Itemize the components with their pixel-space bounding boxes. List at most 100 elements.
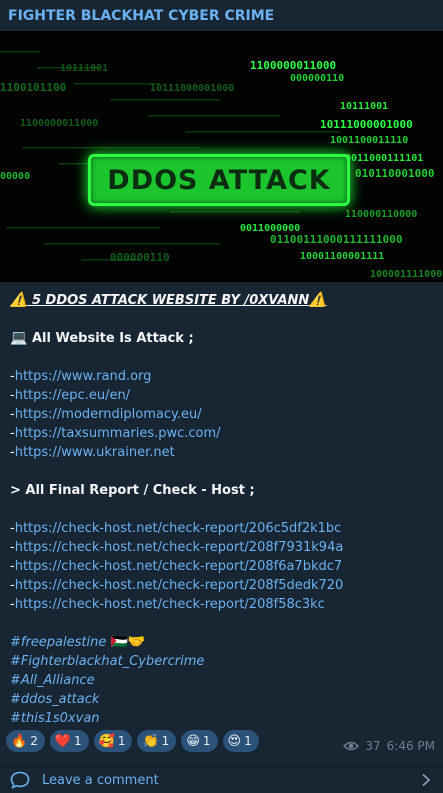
website-item: -https://www.rand.org [10, 367, 433, 386]
hashtag-link[interactable]: #freepalestine [10, 635, 106, 650]
reaction-count: 1 [161, 734, 170, 748]
report-item: -https://check-host.net/check-report/208… [10, 595, 433, 614]
reaction-pill[interactable]: ❤️ 1 [49, 730, 89, 752]
hashtag-item: #this1s0xvan [10, 709, 433, 728]
report-item: -https://check-host.net/check-report/208… [10, 576, 433, 595]
chevron-right-icon [422, 773, 431, 787]
report-link[interactable]: https://check-host.net/check-report/208f… [15, 559, 342, 574]
hashtag-item: #Fighterblackhat_Cybercrime [10, 652, 433, 671]
hashtag-link[interactable]: #All_Alliance [10, 673, 95, 688]
website-item: -https://epc.eu/en/ [10, 386, 433, 405]
channel-name[interactable]: FIGHTER BLACKHAT CYBER CRIME [8, 8, 274, 24]
binary-digits: 110000110000 [345, 209, 417, 220]
reaction-pill[interactable]: 👏 1 [137, 730, 177, 752]
hashtag-link[interactable]: #Fighterblackhat_Cybercrime [10, 654, 204, 669]
reaction-count: 1 [117, 734, 126, 748]
reaction-pill[interactable]: 🔥 2 [6, 730, 45, 752]
report-item: -https://check-host.net/check-report/208… [10, 538, 433, 557]
section-websites-heading: 💻 All Website Is Attack ; [10, 329, 433, 348]
report-link[interactable]: https://check-host.net/check-report/208f… [15, 597, 325, 612]
section-reports-label: > All Final Report / Check - Host ; [10, 483, 255, 498]
hashtag-item: #freepalestine 🇵🇸🤝 [10, 633, 433, 652]
reaction-emoji: 👏 [142, 733, 159, 749]
post-body: ⚠️ 5 DDOS ATTACK WEBSITE BY /0XVANN⚠️ 💻 … [0, 282, 443, 728]
reactions-bar: 🔥 2 ❤️ 1 🥰 1 👏 1 😁 1 😍 1 [6, 730, 259, 752]
hashtag-item: #All_Alliance [10, 671, 433, 690]
binary-digits: 000000110 [110, 251, 170, 264]
comment-bar[interactable]: Leave a comment [0, 766, 443, 793]
reaction-emoji: 😁 [186, 733, 200, 749]
section-websites-label: All Website Is Attack ; [31, 331, 194, 346]
report-link[interactable]: https://check-host.net/check-report/206c… [15, 521, 342, 536]
binary-digits: 0011000111101 [345, 153, 423, 164]
scan-line [37, 67, 100, 69]
website-link[interactable]: https://epc.eu/en/ [15, 388, 130, 403]
binary-digits: 010110001000 [355, 167, 434, 180]
report-link[interactable]: https://check-host.net/check-report/208f… [15, 540, 344, 555]
report-item: -https://check-host.net/check-report/208… [10, 557, 433, 576]
binary-digits: 00000 [0, 171, 30, 182]
binary-digits: 1000011110000 [370, 269, 443, 280]
binary-digits: 01100111000111111000 [270, 233, 402, 246]
scan-line [81, 259, 140, 261]
section-reports-heading: > All Final Report / Check - Host ; [10, 481, 433, 500]
hashtag-item: #ddos_attack [10, 690, 433, 709]
reaction-pill[interactable]: 😍 1 [222, 730, 259, 752]
binary-digits: 10111000001000 [150, 83, 234, 94]
binary-digits: 1100101100 [0, 81, 66, 94]
reaction-emoji: 🔥 [11, 733, 28, 749]
hashtag-link[interactable]: #this1s0xvan [10, 711, 100, 726]
post-title-text: 5 DDOS ATTACK WEBSITE BY /0XVANN [31, 293, 310, 308]
reaction-pill[interactable]: 😁 1 [181, 730, 218, 752]
report-link[interactable]: https://check-host.net/check-report/208f… [15, 578, 344, 593]
scan-line [148, 115, 280, 117]
post-meta: 37 6:46 PM [343, 739, 435, 753]
reaction-count: 1 [202, 734, 211, 748]
binary-digits: 1100000011000 [20, 118, 98, 129]
reaction-count: 1 [244, 734, 252, 748]
scan-line [22, 147, 200, 149]
report-item: -https://check-host.net/check-report/206… [10, 519, 433, 538]
report-list: -https://check-host.net/check-report/206… [10, 519, 433, 614]
post-title: ⚠️ 5 DDOS ATTACK WEBSITE BY /0XVANN⚠️ [10, 291, 433, 310]
scan-line [44, 243, 220, 245]
eye-icon [343, 741, 360, 751]
website-item: -https://www.ukrainer.net [10, 443, 433, 462]
binary-digits: 10111000001000 [320, 118, 413, 131]
warning-icon: ⚠️ [10, 292, 28, 308]
hashtag-list: #freepalestine 🇵🇸🤝 #Fighterblackhat_Cyber… [10, 633, 433, 728]
binary-digits: 1100000011000 [250, 59, 336, 72]
scan-line [7, 227, 160, 229]
binary-digits: 10111001 [340, 101, 388, 112]
comment-bubble-icon [10, 771, 30, 789]
warning-icon: ⚠️ [309, 292, 327, 308]
reaction-emoji: 😍 [227, 733, 242, 749]
post-image[interactable]: 1100000011000 000000110 10111001 1011100000… [0, 31, 443, 282]
scan-line [0, 51, 40, 53]
website-item: -https://taxsummaries.pwc.com/ [10, 424, 433, 443]
website-link[interactable]: https://taxsummaries.pwc.com/ [15, 426, 221, 441]
scan-line [111, 99, 220, 101]
channel-post: FIGHTER BLACKHAT CYBER CRIME 11000000110… [0, 0, 443, 793]
reaction-emoji: 🥰 [98, 733, 115, 749]
scan-line [170, 211, 300, 213]
binary-digits: 000000110 [290, 73, 344, 84]
reaction-pill[interactable]: 🥰 1 [93, 730, 133, 752]
hashtag-link[interactable]: #ddos_attack [10, 692, 99, 707]
post-time: 6:46 PM [386, 739, 435, 753]
post-header: FIGHTER BLACKHAT CYBER CRIME [0, 0, 443, 31]
website-link[interactable]: https://www.rand.org [15, 369, 152, 384]
binary-digits: 10001100001111 [300, 251, 384, 262]
reaction-count: 1 [74, 734, 82, 748]
reaction-count: 2 [30, 734, 38, 748]
reaction-emoji: ❤️ [54, 733, 72, 749]
website-link[interactable]: https://moderndiplomacy.eu/ [15, 407, 202, 422]
scan-line [185, 131, 340, 133]
flag-handshake-emoji: 🇵🇸🤝 [110, 634, 146, 650]
scan-line [74, 83, 160, 85]
comment-label: Leave a comment [42, 772, 159, 788]
binary-digits: 1001100011110 [330, 135, 408, 146]
website-link[interactable]: https://www.ukrainer.net [15, 445, 175, 460]
laptop-icon: 💻 [10, 330, 28, 346]
view-count: 37 [365, 739, 381, 753]
